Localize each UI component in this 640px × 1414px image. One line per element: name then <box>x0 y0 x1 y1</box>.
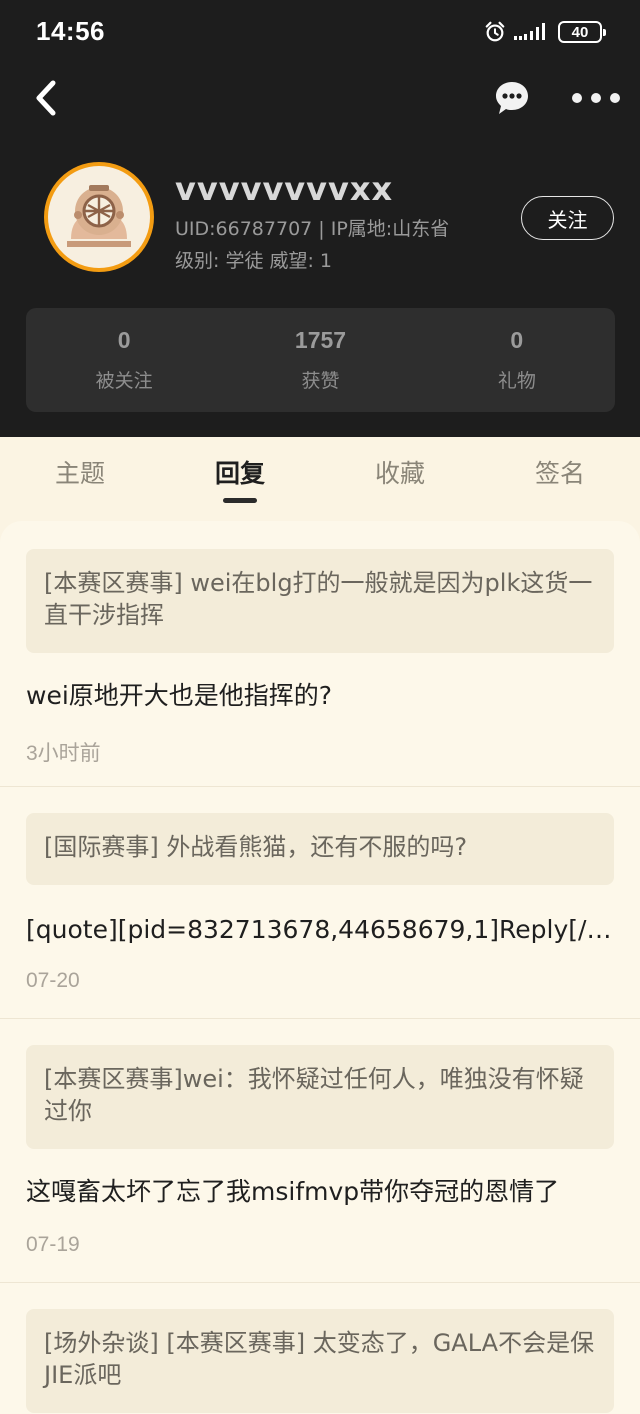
quoted-thread[interactable]: [本赛区赛事]wei：我怀疑过任何人，唯独没有怀疑过你 <box>26 1045 614 1149</box>
status-time: 14:56 <box>36 16 105 46</box>
stat-label: 被关注 <box>95 370 153 392</box>
reply-feed: [本赛区赛事] wei在blg打的一般就是因为plk这货一直干涉指挥 wei原地… <box>0 521 640 1414</box>
tab-label: 签名 <box>534 459 585 488</box>
tab-label: 收藏 <box>374 459 425 488</box>
quoted-thread[interactable]: [国际赛事] 外战看熊猫，还有不服的吗? <box>26 813 614 885</box>
profile-header: 14:56 40 vvvvvvvvxx UID:66787707 | IP属地:… <box>0 0 640 437</box>
battery-icon: 40 <box>558 21 606 43</box>
quoted-thread[interactable]: [本赛区赛事] wei在blg打的一般就是因为plk这货一直干涉指挥 <box>26 549 614 653</box>
stat-label: 礼物 <box>497 370 536 392</box>
status-icons: 40 <box>484 18 606 46</box>
stat-gifts[interactable]: 0 礼物 <box>419 308 615 412</box>
tab-bar: 主题 回复 收藏 签名 <box>0 437 640 507</box>
avatar[interactable] <box>44 162 154 272</box>
reply-item[interactable]: [本赛区赛事] wei在blg打的一般就是因为plk这货一直干涉指挥 wei原地… <box>0 521 640 787</box>
battery-level: 40 <box>571 23 589 41</box>
tab-label: 回复 <box>214 459 265 488</box>
status-bar: 14:56 40 <box>0 0 640 64</box>
follow-button[interactable]: 关注 <box>521 196 614 240</box>
reply-time: 07-19 <box>26 1233 80 1256</box>
more-dot <box>591 93 601 103</box>
reply-item[interactable]: [本赛区赛事]wei：我怀疑过任何人，唯独没有怀疑过你 这嘎畜太坏了忘了我msi… <box>0 1019 640 1283</box>
reply-time: 3小时前 <box>26 742 101 765</box>
stats-panel: 0 被关注 1757 获赞 0 礼物 <box>26 308 615 412</box>
stat-label: 获赞 <box>301 370 340 392</box>
back-button[interactable] <box>26 78 66 118</box>
level-reputation-line: 级别: 学徒 威望: 1 <box>175 250 333 272</box>
chat-button[interactable] <box>492 78 532 118</box>
stat-value: 0 <box>117 327 131 353</box>
stat-value: 0 <box>510 327 524 353</box>
reply-text: 这嘎畜太坏了忘了我msifmvp带你夺冠的恩情了 <box>26 1177 560 1206</box>
uid-ip-line: UID:66787707 | IP属地:山东省 <box>175 218 450 240</box>
tab-label: 主题 <box>54 459 105 488</box>
reply-item[interactable]: [场外杂谈] [本赛区赛事] 太变态了，GALA不会是保JIE派吧 <box>0 1283 640 1414</box>
stat-value: 1757 <box>294 327 347 353</box>
more-dot <box>610 93 620 103</box>
username: vvvvvvvvxx <box>175 170 394 208</box>
tab-active-indicator <box>223 498 257 503</box>
tab-topics[interactable]: 主题 <box>0 437 160 507</box>
chevron-left-icon <box>36 80 56 116</box>
tab-favorites[interactable]: 收藏 <box>320 437 480 507</box>
reply-time: 07-20 <box>26 969 80 992</box>
stat-likes[interactable]: 1757 获赞 <box>222 308 418 412</box>
tab-signature[interactable]: 签名 <box>480 437 640 507</box>
quoted-thread[interactable]: [场外杂谈] [本赛区赛事] 太变态了，GALA不会是保JIE派吧 <box>26 1309 614 1413</box>
diving-helmet-icon <box>48 166 150 268</box>
chat-bubble-icon <box>496 82 528 114</box>
more-dot <box>572 93 582 103</box>
reply-item[interactable]: [国际赛事] 外战看熊猫，还有不服的吗? [quote][pid=8327136… <box>0 787 640 1019</box>
reply-text: [quote][pid=832713678,44658679,1]Reply[/… <box>26 915 614 944</box>
more-button[interactable] <box>568 82 624 114</box>
stat-followers[interactable]: 0 被关注 <box>26 308 222 412</box>
reply-text: wei原地开大也是他指挥的? <box>26 681 333 710</box>
tab-replies[interactable]: 回复 <box>160 437 320 507</box>
signal-icon <box>514 23 545 40</box>
alarm-icon <box>485 21 505 42</box>
